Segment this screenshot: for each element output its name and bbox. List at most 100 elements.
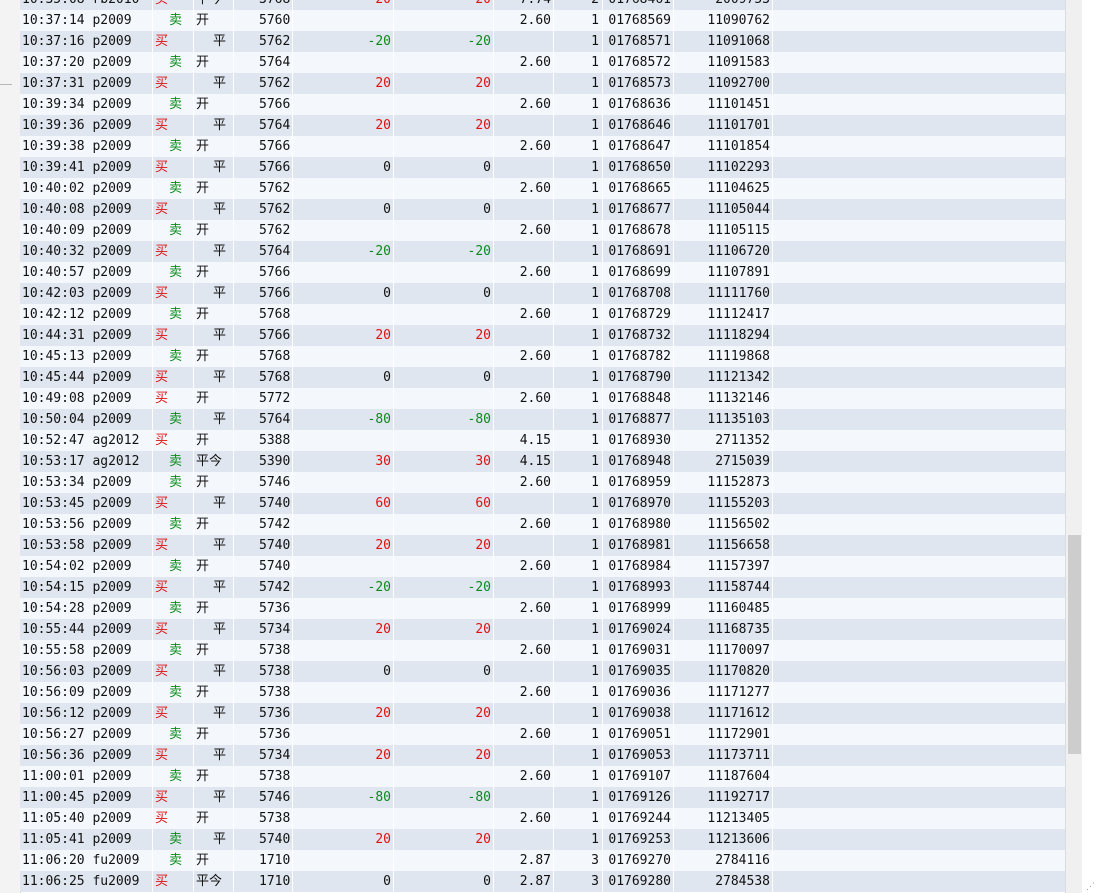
table-row[interactable]: 10:40:32 p2009 买平 5764 -20 -20 1 01768691 11106… xyxy=(20,241,1065,262)
close-profit-cell: 0 xyxy=(292,871,393,892)
table-row[interactable]: 10:39:41 p2009 买平 5766 0 0 1 01768650 11102293 xyxy=(20,157,1065,178)
table-row[interactable]: 11:00:01 p2009 卖开 5738 2.60 1 01769107 1118760… xyxy=(20,766,1065,787)
scrollbar-thumb[interactable] xyxy=(1068,535,1081,754)
deal-number-cell: 11102293 xyxy=(673,157,773,178)
trade-time: 10:37:31 xyxy=(22,76,85,91)
table-row[interactable]: 10:40:02 p2009 卖开 5762 2.60 1 01768665 1110462… xyxy=(20,178,1065,199)
table-row[interactable]: 10:54:28 p2009 卖开 5736 2.60 1 01768999 1116048… xyxy=(20,598,1065,619)
time-cell: 11:06:25 fu2009 xyxy=(20,871,152,892)
table-row[interactable]: 10:53:17 ag2012 卖平今 5390 30 30 4.15 1 01768948 2… xyxy=(20,451,1065,472)
table-row[interactable]: 10:56:36 p2009 买平 5734 20 20 1 01769053 1117371… xyxy=(20,745,1065,766)
table-row[interactable]: 10:42:03 p2009 买平 5766 0 0 1 01768708 11111760 xyxy=(20,283,1065,304)
table-row[interactable]: 10:37:16 p2009 买平 5762 -20 -20 1 01768571 11091… xyxy=(20,31,1065,52)
time-cell: 10:56:09 p2009 xyxy=(20,682,152,703)
table-row[interactable]: 10:37:31 p2009 买平 5762 20 20 1 01768573 1109270… xyxy=(20,73,1065,94)
empty-column-area xyxy=(773,577,1065,598)
close-profit-per-trade-cell: -20 xyxy=(393,241,493,262)
table-row[interactable]: 10:45:44 p2009 买平 5768 0 0 1 01768790 11121342 xyxy=(20,367,1065,388)
table-row[interactable]: 10:56:12 p2009 买平 5736 20 20 1 01769038 1117161… xyxy=(20,703,1065,724)
trade-records-table[interactable]: 10:35:08 rb2010买平今376820207.742017684612… xyxy=(20,0,1065,892)
time-cell: 10:49:08 p2009 xyxy=(20,388,152,409)
table-row[interactable]: 10:54:15 p2009 买平 5742 -20 -20 1 01768993 11158… xyxy=(20,577,1065,598)
table-row[interactable]: 10:56:27 p2009 卖开 5736 2.60 1 01769051 1117290… xyxy=(20,724,1065,745)
direction-cell: 卖 xyxy=(152,346,193,367)
table-row[interactable]: 10:45:13 p2009 卖开 5768 2.60 1 01768782 1111986… xyxy=(20,346,1065,367)
table-row[interactable]: 11:05:40 p2009 买开 5738 2.60 1 01769244 1121340… xyxy=(20,808,1065,829)
close-profit-per-trade-cell: 0 xyxy=(393,157,493,178)
resize-grip-icon[interactable]: ⋰ xyxy=(1086,882,1095,892)
table-row[interactable]: 10:56:03 p2009 买平 5738 0 0 1 01769035 11170820 xyxy=(20,661,1065,682)
table-row[interactable]: 10:40:09 p2009 卖开 5762 2.60 1 01768678 1110511… xyxy=(20,220,1065,241)
close-profit-cell xyxy=(292,220,393,241)
price-cell: 5742 xyxy=(233,577,292,598)
time-cell: 10:37:31 p2009 xyxy=(20,73,152,94)
vertical-scrollbar[interactable] xyxy=(1065,0,1082,893)
table-row[interactable]: 10:53:58 p2009 买平 5740 20 20 1 01768981 1115665… xyxy=(20,535,1065,556)
price-cell: 5772 xyxy=(233,388,292,409)
table-row[interactable]: 10:37:20 p2009 卖开 5764 2.60 1 01768572 1109158… xyxy=(20,52,1065,73)
deal-number-cell: 11172901 xyxy=(673,724,773,745)
table-row[interactable]: 10:35:08 rb2010买平今376820207.742017684612… xyxy=(20,0,1065,10)
close-profit-cell: -20 xyxy=(292,31,393,52)
table-row[interactable]: 10:55:44 p2009 买平 5734 20 20 1 01769024 1116873… xyxy=(20,619,1065,640)
empty-column-area xyxy=(773,346,1065,367)
table-row[interactable]: 11:05:41 p2009 卖平 5740 20 20 1 01769253 1121360… xyxy=(20,829,1065,850)
commission-cell xyxy=(493,703,553,724)
commission-cell xyxy=(493,199,553,220)
trade-time: 10:39:34 xyxy=(22,97,85,112)
table-row[interactable]: 10:49:08 p2009 买开 5772 2.60 1 01768848 1113214… xyxy=(20,388,1065,409)
table-row[interactable]: 10:40:57 p2009 卖开 5766 2.60 1 01768699 1110789… xyxy=(20,262,1065,283)
table-row[interactable]: 10:44:31 p2009 买平 5766 20 20 1 01768732 1111829… xyxy=(20,325,1065,346)
close-profit-per-trade-cell: 30 xyxy=(393,451,493,472)
time-cell: 10:53:17 ag2012 xyxy=(20,451,152,472)
table-row[interactable]: 10:53:56 p2009 卖开 5742 2.60 1 01768980 1115650… xyxy=(20,514,1065,535)
order-number-cell: 01768646 xyxy=(602,115,673,136)
table-row[interactable]: 10:40:08 p2009 买平 5762 0 0 1 01768677 11105044 xyxy=(20,199,1065,220)
deal-number-cell: 11157397 xyxy=(673,556,773,577)
close-profit-per-trade-cell xyxy=(393,766,493,787)
table-row[interactable]: 10:39:36 p2009 买平 5764 20 20 1 01768646 1110170… xyxy=(20,115,1065,136)
table-row[interactable]: 10:42:12 p2009 卖开 5768 2.60 1 01768729 1111241… xyxy=(20,304,1065,325)
table-row[interactable]: 10:54:02 p2009 卖开 5740 2.60 1 01768984 1115739… xyxy=(20,556,1065,577)
quantity-cell: 1 xyxy=(553,388,602,409)
direction-cell: 买 xyxy=(152,115,193,136)
time-cell: 10:40:08 p2009 xyxy=(20,199,152,220)
order-number-cell: 01768708 xyxy=(602,283,673,304)
order-number-cell: 01769038 xyxy=(602,703,673,724)
contract-code: p2009 xyxy=(92,832,132,847)
empty-column-area xyxy=(773,535,1065,556)
close-profit-per-trade-cell xyxy=(393,472,493,493)
price-cell: 5738 xyxy=(233,661,292,682)
price-cell: 5740 xyxy=(233,829,292,850)
time-cell: 10:45:44 p2009 xyxy=(20,367,152,388)
table-row[interactable]: 11:00:45 p2009 买平 5746 -80 -80 1 01769126 11192… xyxy=(20,787,1065,808)
deal-number-cell: 11107891 xyxy=(673,262,773,283)
direction-cell: 买 xyxy=(152,430,193,451)
table-row[interactable]: 11:06:20 fu2009 卖开 1710 2.87 3 01769270 278411… xyxy=(20,850,1065,871)
quantity-cell: 1 xyxy=(553,682,602,703)
price-cell: 5762 xyxy=(233,178,292,199)
table-row[interactable]: 10:50:04 p2009 卖平 5764 -80 -80 1 01768877 11135… xyxy=(20,409,1065,430)
order-number-cell: 01768572 xyxy=(602,52,673,73)
time-cell: 10:40:09 p2009 xyxy=(20,220,152,241)
table-row[interactable]: 10:53:34 p2009 卖开 5746 2.60 1 01768959 1115287… xyxy=(20,472,1065,493)
table-row[interactable]: 10:56:09 p2009 卖开 5738 2.60 1 01769036 1117127… xyxy=(20,682,1065,703)
table-row[interactable]: 10:53:45 p2009 买平 5740 60 60 1 01768970 1115520… xyxy=(20,493,1065,514)
quantity-cell: 1 xyxy=(553,745,602,766)
deal-number-cell: 11192717 xyxy=(673,787,773,808)
table-row[interactable]: 11:06:25 fu2009 买平今 1710 0 0 2.87 3 01769280 278… xyxy=(20,871,1065,892)
close-profit-cell: 20 xyxy=(292,115,393,136)
order-number-cell: 01768691 xyxy=(602,241,673,262)
deal-number-cell: 11158744 xyxy=(673,577,773,598)
table-row[interactable]: 10:39:34 p2009 卖开 5766 2.60 1 01768636 1110145… xyxy=(20,94,1065,115)
table-row[interactable]: 10:52:47 ag2012 买开 5388 4.15 1 01768930 271135… xyxy=(20,430,1065,451)
table-row[interactable]: 10:55:58 p2009 卖开 5738 2.60 1 01769031 1117009… xyxy=(20,640,1065,661)
close-profit-cell xyxy=(292,388,393,409)
deal-number-cell: 11152873 xyxy=(673,472,773,493)
table-row[interactable]: 10:39:38 p2009 卖开 5766 2.60 1 01768647 1110185… xyxy=(20,136,1065,157)
direction-cell: 卖 xyxy=(152,304,193,325)
trade-time: 10:37:14 xyxy=(22,13,85,28)
quantity-cell: 1 xyxy=(553,283,602,304)
table-row[interactable]: 10:37:14 p2009 卖开 5760 2.60 1 01768569 1109076… xyxy=(20,10,1065,31)
close-profit-cell xyxy=(292,94,393,115)
